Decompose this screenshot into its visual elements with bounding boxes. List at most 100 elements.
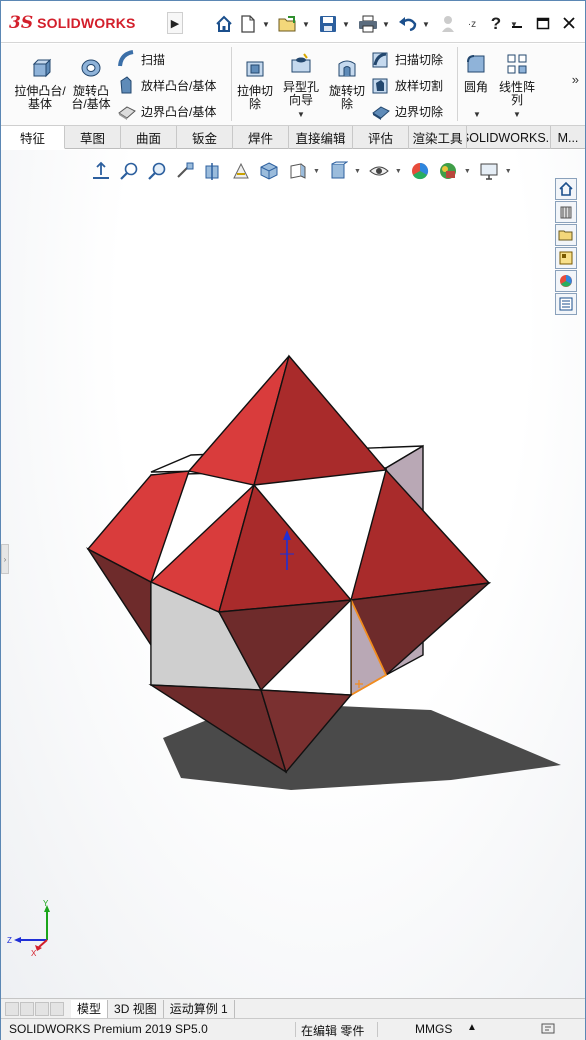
boundary-boss-button[interactable]: 边界凸台/基体 — [117, 100, 216, 122]
unit-system-selector[interactable]: MMGS — [415, 1022, 452, 1036]
previous-tab-icon[interactable] — [20, 1001, 34, 1016]
view-cube-icon[interactable] — [257, 159, 281, 183]
section-view-icon[interactable] — [201, 159, 225, 183]
fillet-button[interactable]: 圆角 — [459, 52, 493, 94]
open-dropdown-icon[interactable]: ▼ — [301, 13, 311, 35]
loft-boss-icon — [120, 76, 132, 94]
ribbon-more-icon[interactable]: » — [572, 72, 579, 87]
lofted-cut-icon — [372, 78, 388, 94]
feature-manager-expand-handle[interactable]: › — [1, 544, 9, 574]
save-dropdown-icon[interactable]: ▼ — [341, 13, 351, 35]
minimize-icon[interactable] — [505, 13, 529, 33]
lofted-cut-label: 放样切割 — [395, 78, 444, 93]
open-folder-icon[interactable] — [277, 13, 299, 35]
print-icon[interactable] — [357, 13, 379, 35]
revolve-boss-button[interactable]: 旋转凸台/基体 — [67, 56, 115, 111]
display-style-dropdown-icon[interactable]: ▼ — [354, 168, 361, 175]
linear-pattern-icon — [507, 54, 527, 74]
dynamic-annotation-icon[interactable] — [229, 159, 253, 183]
boundary-cut-button[interactable]: 边界切除 — [371, 100, 443, 122]
tab-weldments[interactable]: 焊件 — [233, 126, 289, 149]
next-tab-icon[interactable] — [35, 1001, 49, 1016]
last-tab-icon[interactable] — [50, 1001, 64, 1016]
tab-direct-editing[interactable]: 直接编辑 — [289, 126, 353, 149]
view-palette-icon[interactable] — [555, 247, 577, 269]
tab-scroll-arrows[interactable] — [5, 1001, 65, 1016]
view-settings-dropdown-icon[interactable]: ▼ — [505, 168, 512, 175]
graphics-area[interactable]: ▼ ▼ ▼ ▼ ▼ › Y Z X — [1, 150, 585, 998]
unit-system-up-arrow-icon[interactable]: ▲ — [467, 1022, 477, 1033]
view-settings-monitor-icon[interactable] — [477, 159, 501, 183]
rebuild-icon[interactable]: ·z — [461, 13, 483, 35]
edit-appearance-icon[interactable] — [408, 159, 432, 183]
tab-3d-views[interactable]: 3D 视图 — [108, 999, 164, 1018]
first-tab-icon[interactable] — [5, 1001, 19, 1016]
tab-surfaces[interactable]: 曲面 — [121, 126, 177, 149]
tab-solidworks-addins[interactable]: SOLIDWORKS... — [467, 126, 551, 149]
maximize-icon[interactable] — [531, 13, 555, 33]
tab-motion-study[interactable]: 运动算例 1 — [164, 999, 235, 1018]
hole-wizard-button[interactable]: 异型孔向导 — [279, 52, 323, 107]
solidworks-logo[interactable]: 3S SOLIDWORKS — [9, 9, 161, 37]
fillet-dropdown-icon[interactable]: ▼ — [473, 110, 481, 119]
print-dropdown-icon[interactable]: ▼ — [381, 13, 391, 35]
revolve-cut-button[interactable]: 旋转切除 — [325, 56, 369, 111]
triad-y-label: Y — [43, 900, 49, 908]
tab-render-tools[interactable]: 渲染工具 — [409, 126, 467, 149]
zoom-to-area-icon[interactable] — [145, 159, 169, 183]
linear-pattern-dropdown-icon[interactable]: ▼ — [513, 110, 521, 119]
extrude-cut-button[interactable]: 拉伸切除 — [233, 56, 277, 111]
appearances-scenes-icon[interactable] — [555, 270, 577, 292]
view-orientation-icon[interactable] — [285, 159, 309, 183]
linear-pattern-button[interactable]: 线性阵列 — [495, 52, 539, 107]
home-icon[interactable] — [213, 13, 235, 35]
menu-expand-arrow-icon[interactable]: ▶ — [167, 12, 183, 34]
previous-view-icon[interactable] — [173, 159, 197, 183]
design-library-icon[interactable] — [555, 201, 577, 223]
task-pane-tabs — [555, 178, 579, 316]
apply-scene-dropdown-icon[interactable]: ▼ — [464, 168, 471, 175]
undo-icon[interactable] — [397, 13, 419, 35]
swept-cut-label: 扫描切除 — [395, 52, 444, 67]
hole-wizard-dropdown-icon[interactable]: ▼ — [297, 110, 305, 119]
zoom-to-fit-icon[interactable] — [117, 159, 141, 183]
new-dropdown-icon[interactable]: ▼ — [261, 13, 271, 35]
select-pointer-icon[interactable] — [437, 13, 459, 35]
view-orientation-arrow-icon[interactable] — [89, 159, 113, 183]
ribbon-separator — [231, 47, 232, 121]
extrude-boss-button[interactable]: 拉伸凸台/基体 — [13, 56, 67, 111]
hide-show-dropdown-icon[interactable]: ▼ — [395, 168, 402, 175]
hide-show-items-icon[interactable] — [367, 159, 391, 183]
extrude-cut-icon — [246, 61, 264, 77]
apply-scene-icon[interactable] — [436, 159, 460, 183]
tab-features[interactable]: 特征 — [1, 126, 65, 149]
solidworks-resources-home-icon[interactable] — [555, 178, 577, 200]
window-controls — [503, 13, 581, 33]
tab-model[interactable]: 模型 — [71, 999, 109, 1018]
view-orientation-dropdown-icon[interactable]: ▼ — [313, 168, 320, 175]
title-bar: 3S SOLIDWORKS ▶ ▼ ▼ ▼ ▼ ▼ ·z ? ▼ — [1, 1, 585, 43]
display-style-icon[interactable] — [326, 159, 350, 183]
swept-cut-icon — [372, 52, 388, 68]
new-document-icon[interactable] — [237, 13, 259, 35]
tab-evaluate[interactable]: 评估 — [353, 126, 409, 149]
command-manager-ribbon: 拉伸凸台/基体 旋转凸台/基体 扫描 放样凸台/基体 边界凸台/基体 拉伸切除 … — [1, 44, 585, 126]
quick-tips-icon[interactable] — [541, 1022, 557, 1039]
file-explorer-folder-icon[interactable] — [555, 224, 577, 246]
tab-sheet-metal[interactable]: 钣金 — [177, 126, 233, 149]
swept-cut-button[interactable]: 扫描切除 — [371, 48, 443, 70]
sweep-label: 扫描 — [141, 52, 166, 67]
tab-more[interactable]: M... — [551, 126, 585, 149]
lofted-cut-button[interactable]: 放样切割 — [371, 74, 443, 96]
save-icon[interactable] — [317, 13, 339, 35]
undo-dropdown-icon[interactable]: ▼ — [421, 13, 431, 35]
tab-sketch[interactable]: 草图 — [65, 126, 121, 149]
loft-boss-button[interactable]: 放样凸台/基体 — [117, 74, 216, 96]
custom-properties-icon[interactable] — [555, 293, 577, 315]
fillet-icon — [467, 55, 485, 73]
sweep-icon — [118, 50, 134, 67]
sweep-button[interactable]: 扫描 — [117, 48, 165, 70]
model-geometry[interactable] — [1, 150, 585, 998]
close-icon[interactable] — [557, 13, 581, 33]
logo-text: SOLIDWORKS — [37, 15, 136, 31]
